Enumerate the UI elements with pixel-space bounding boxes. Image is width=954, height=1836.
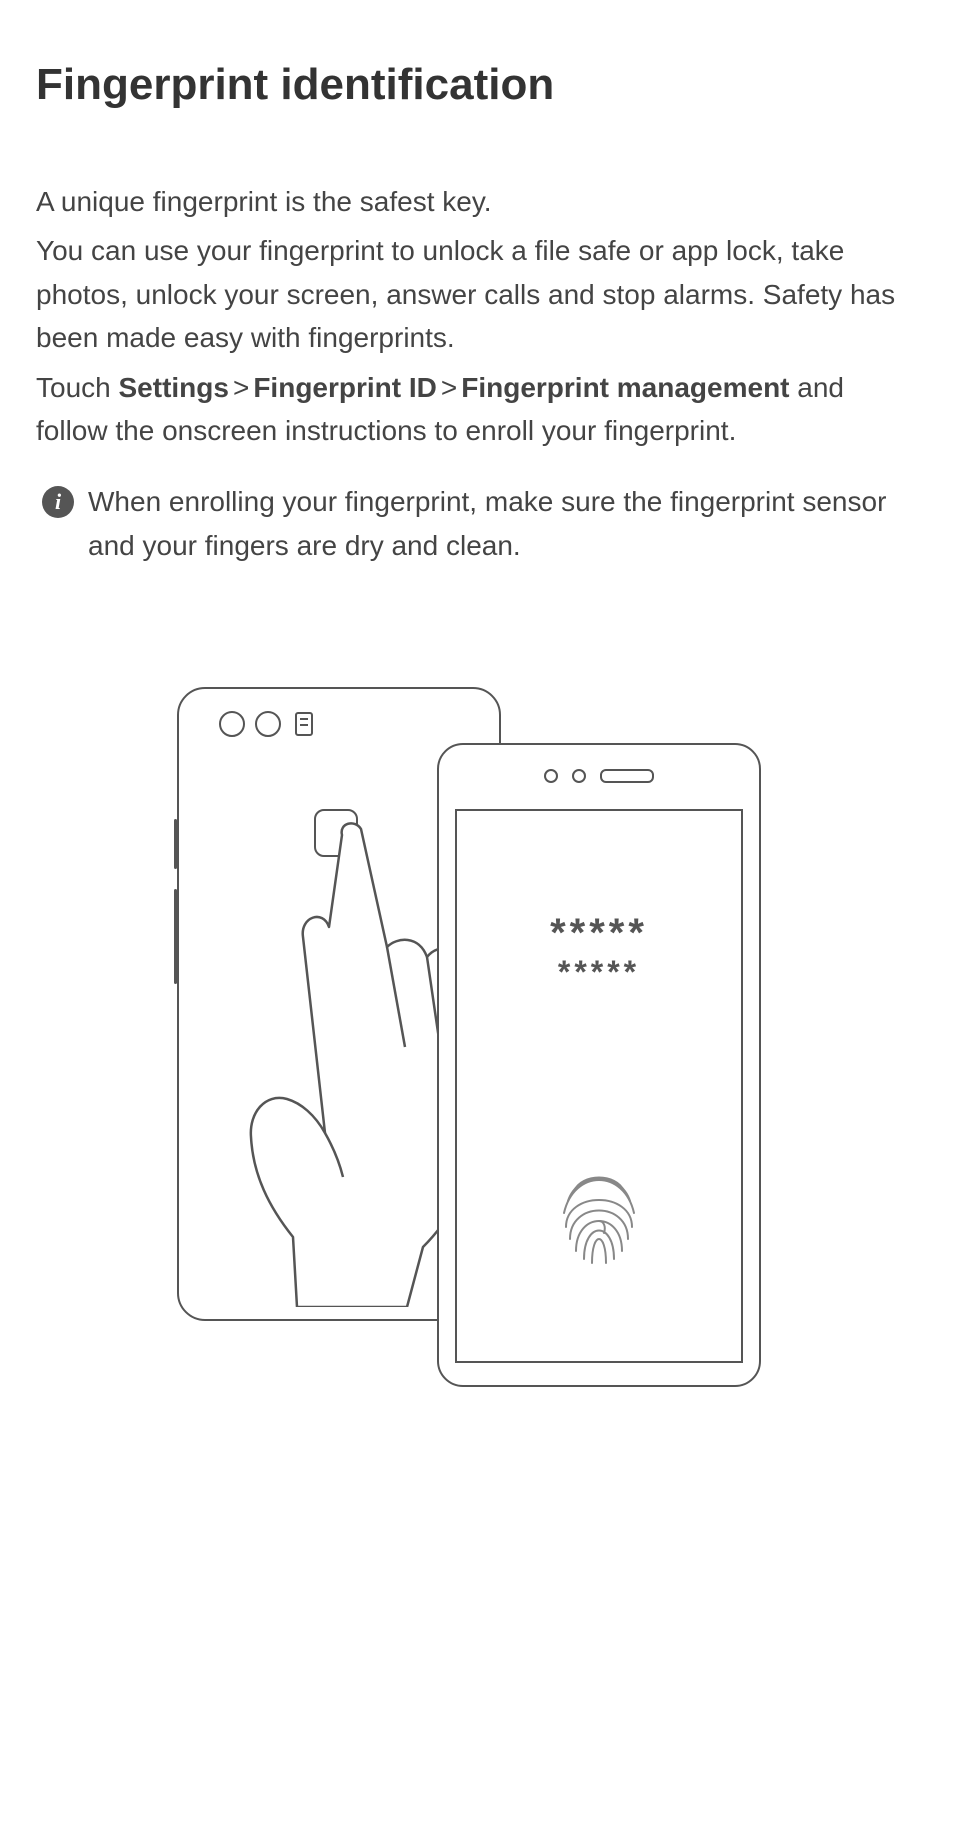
intro-line: A unique fingerprint is the safest key. bbox=[36, 180, 918, 223]
earpiece-row bbox=[439, 769, 759, 783]
camera-lens-icon bbox=[255, 711, 281, 737]
phone-front-outline: ***** ***** bbox=[437, 743, 761, 1387]
breadcrumb-fingerprint-id: Fingerprint ID bbox=[253, 372, 437, 403]
info-icon: i bbox=[42, 486, 74, 518]
password-mask: ***** ***** bbox=[457, 911, 741, 990]
instruction-paragraph: Touch Settings>Fingerprint ID>Fingerprin… bbox=[36, 366, 918, 453]
camera-lens-icon bbox=[219, 711, 245, 737]
earpiece-icon bbox=[600, 769, 654, 783]
illustration: ***** ***** bbox=[167, 687, 787, 1467]
password-mask-line: ***** bbox=[457, 955, 741, 990]
tip-text: When enrolling your fingerprint, make su… bbox=[88, 480, 918, 567]
breadcrumb-separator: > bbox=[437, 372, 461, 403]
password-mask-line: ***** bbox=[457, 911, 741, 955]
sensor-dot-icon bbox=[572, 769, 586, 783]
flash-icon bbox=[295, 712, 313, 736]
document-page: Fingerprint identification A unique fing… bbox=[0, 0, 954, 1507]
tip-row: i When enrolling your fingerprint, make … bbox=[36, 480, 918, 567]
phone-screen: ***** ***** bbox=[455, 809, 743, 1363]
breadcrumb-separator: > bbox=[229, 372, 253, 403]
page-title: Fingerprint identification bbox=[36, 60, 918, 110]
instruction-prefix: Touch bbox=[36, 372, 119, 403]
fingerprint-icon bbox=[554, 1161, 644, 1271]
sensor-dot-icon bbox=[544, 769, 558, 783]
breadcrumb-fingerprint-management: Fingerprint management bbox=[461, 372, 789, 403]
breadcrumb-settings: Settings bbox=[119, 372, 229, 403]
description-paragraph: You can use your fingerprint to unlock a… bbox=[36, 229, 918, 359]
camera-row bbox=[219, 711, 313, 737]
